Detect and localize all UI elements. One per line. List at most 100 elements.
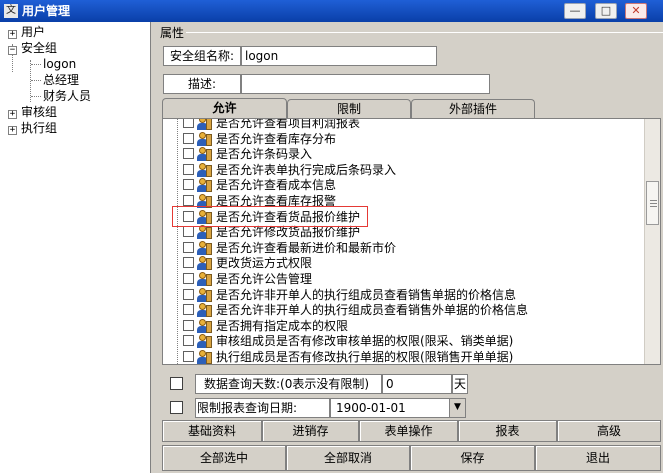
- expand-icon[interactable]: +: [8, 126, 17, 135]
- select-all-button[interactable]: 全部选中: [162, 445, 286, 471]
- minimize-button[interactable]: —: [564, 3, 586, 19]
- permission-item[interactable]: 是否允许查看最新进价和最新市价: [183, 240, 396, 256]
- tab-restrict[interactable]: 限制: [287, 99, 411, 118]
- permission-item[interactable]: 是否允许查看库存分布: [183, 131, 336, 147]
- basic-data-button[interactable]: 基础资料: [162, 420, 262, 442]
- inventory-button[interactable]: 进销存: [262, 420, 359, 442]
- permission-item[interactable]: 审核组成员是否有修改审核单据的权限(限采、销类单据): [183, 333, 513, 349]
- permission-item[interactable]: 是否允许查看成本信息: [183, 177, 336, 193]
- permission-item[interactable]: 是否允许表单执行完成后条码录入: [183, 162, 396, 178]
- permission-item[interactable]: 是否允许查看项目利润报表: [183, 118, 361, 131]
- permission-checkbox[interactable]: [183, 335, 194, 347]
- query-days-label: 数据查询天数:(0表示没有限制): [195, 374, 382, 394]
- permission-checkbox[interactable]: [183, 351, 194, 362]
- permission-checkbox[interactable]: [183, 132, 194, 144]
- scrollbar-thumb[interactable]: [646, 181, 659, 225]
- permission-label: 审核组成员是否有修改审核单据的权限(限采、销类单据): [216, 334, 514, 349]
- highlight-box: [172, 206, 368, 227]
- expand-icon[interactable]: +: [8, 110, 17, 119]
- advanced-button[interactable]: 高级: [557, 420, 661, 442]
- permission-label: 是否允许非开单人的执行组成员查看销售单据的价格信息: [216, 287, 517, 302]
- permission-checkbox[interactable]: [183, 195, 194, 206]
- reports-button[interactable]: 报表: [458, 420, 557, 442]
- permission-item[interactable]: 是否拥有指定成本的权限: [183, 318, 348, 334]
- permission-checkbox[interactable]: [183, 226, 194, 238]
- permission-checkbox[interactable]: [183, 163, 194, 175]
- permission-checkbox[interactable]: [183, 257, 194, 269]
- main-panel: 属性 安全组名称: logon 描述: 允许 限制 外部插件 是否允许查看项目利…: [152, 22, 663, 473]
- permission-checkbox[interactable]: [183, 319, 194, 331]
- permission-item[interactable]: 是否允许非开单人的执行组成员查看销售外单据的价格信息: [183, 302, 528, 318]
- vertical-scrollbar[interactable]: [644, 119, 660, 364]
- permission-label: 是否允许查看最新进价和最新市价: [216, 240, 397, 255]
- tree-node-label: 财务人员: [43, 89, 92, 103]
- query-days-input[interactable]: 0: [382, 374, 452, 394]
- permission-label: 是否允许查看库存分布: [216, 131, 337, 146]
- tree-node-label: 总经理: [43, 73, 80, 87]
- save-button[interactable]: 保存: [410, 445, 535, 471]
- permission-checkbox[interactable]: [183, 148, 194, 160]
- permission-label: 是否允许公告管理: [216, 272, 313, 286]
- permission-label: 是否允许表单执行完成后条码录入: [216, 162, 397, 177]
- app-icon: 文: [4, 4, 18, 18]
- tree-node-general-manager[interactable]: 总经理: [43, 72, 79, 88]
- report-date-value: 1900-01-01: [336, 401, 406, 415]
- permission-label: 是否拥有指定成本的权限: [216, 318, 349, 333]
- report-date-label: 限制报表查询日期:: [195, 398, 330, 418]
- user-permission-icon: [197, 178, 213, 193]
- permission-label: 更改货运方式权限: [216, 256, 313, 271]
- permission-checkbox[interactable]: [183, 241, 194, 253]
- tree-node-execution-group[interactable]: + 执行组: [8, 120, 57, 136]
- report-date-select[interactable]: 1900-01-01 ▼: [330, 398, 466, 418]
- permission-checkbox[interactable]: [183, 119, 194, 128]
- description-label: 描述:: [163, 74, 241, 94]
- permission-checkbox[interactable]: [183, 273, 194, 284]
- user-permission-icon: [197, 240, 213, 255]
- user-permission-icon: [197, 131, 213, 146]
- permission-item[interactable]: 是否允许非开单人的执行组成员查看销售单据的价格信息: [183, 287, 516, 303]
- dropdown-arrow-icon[interactable]: ▼: [449, 399, 465, 417]
- permission-item[interactable]: 执行组成员是否有修改执行单据的权限(限销售开单单据): [183, 349, 513, 364]
- description-input[interactable]: [241, 74, 490, 94]
- user-permission-icon: [197, 303, 213, 318]
- exit-button[interactable]: 退出: [535, 445, 661, 471]
- group-name-input[interactable]: logon: [241, 46, 437, 66]
- permission-list[interactable]: 是否允许查看项目利润报表 是否允许查看库存分布 是否允许条码录入 是否允许表单执行完成…: [162, 118, 661, 365]
- permission-checkbox[interactable]: [183, 304, 194, 316]
- permission-checkbox[interactable]: [183, 288, 194, 300]
- user-permission-icon: [197, 350, 213, 364]
- collapse-icon[interactable]: −: [8, 46, 17, 55]
- tree-node-security-groups[interactable]: − 安全组: [8, 40, 57, 56]
- tree-node-logon[interactable]: logon: [43, 56, 76, 72]
- permission-checkbox[interactable]: [183, 179, 194, 191]
- permission-item[interactable]: 是否允许条码录入: [183, 146, 312, 162]
- user-permission-icon: [197, 162, 213, 177]
- user-permission-icon: [197, 147, 213, 162]
- user-permission-icon: [197, 287, 213, 302]
- tree-node-audit-group[interactable]: + 审核组: [8, 104, 57, 120]
- permission-label: 是否允许条码录入: [216, 147, 313, 162]
- tree-node-finance-staff[interactable]: 财务人员: [43, 88, 91, 104]
- tab-plugins[interactable]: 外部插件: [411, 99, 535, 118]
- expand-icon[interactable]: +: [8, 30, 17, 39]
- report-date-checkbox[interactable]: [170, 401, 183, 414]
- permission-label: 是否允许查看成本信息: [216, 178, 337, 193]
- tab-allow[interactable]: 允许: [162, 98, 287, 119]
- user-permission-icon: [197, 272, 213, 286]
- user-permission-icon: [197, 119, 213, 130]
- tree-node-users[interactable]: + 用户: [8, 24, 45, 40]
- query-days-checkbox[interactable]: [170, 377, 183, 390]
- maximize-button[interactable]: □: [595, 3, 617, 19]
- group-name-label: 安全组名称:: [163, 46, 241, 66]
- tree-node-label: 审核组: [21, 105, 58, 119]
- query-days-row: 数据查询天数:(0表示没有限制) 0 天: [162, 372, 661, 396]
- permission-item[interactable]: 是否允许公告管理: [183, 271, 312, 287]
- tree-node-label: logon: [43, 57, 77, 71]
- close-button[interactable]: ✕: [625, 3, 647, 19]
- permission-label: 是否允许查看项目利润报表: [216, 118, 361, 130]
- form-operations-button[interactable]: 表单操作: [359, 420, 458, 442]
- title-bar: 文 用户管理 — □ ✕: [0, 0, 663, 22]
- deselect-all-button[interactable]: 全部取消: [286, 445, 410, 471]
- permission-item[interactable]: 更改货运方式权限: [183, 255, 312, 271]
- user-permission-icon: [197, 225, 213, 240]
